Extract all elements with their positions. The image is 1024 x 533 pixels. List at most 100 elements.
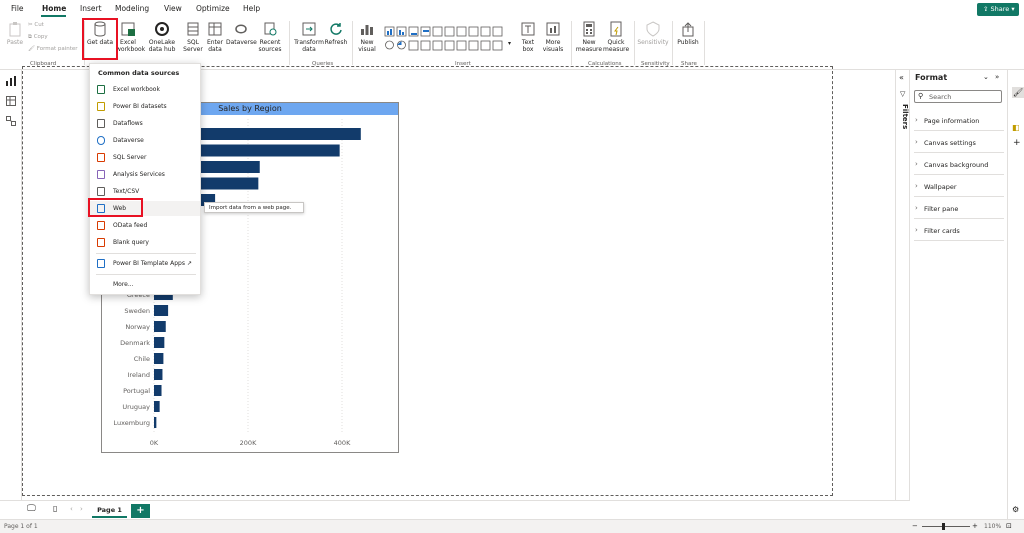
menu-file[interactable]: File [11, 4, 24, 13]
category-label: Sweden [124, 307, 150, 315]
visual-type-icons [384, 26, 503, 51]
new-measure-button[interactable]: New measure [575, 18, 603, 62]
x-tick-label: 200K [240, 439, 257, 447]
bar[interactable] [154, 385, 162, 396]
onelake-label: OneLake data hub [148, 39, 176, 53]
zoom-slider-thumb[interactable] [942, 523, 945, 530]
table-view-icon[interactable] [6, 96, 16, 106]
add-page-button[interactable]: + [131, 504, 150, 518]
more-visuals-button[interactable]: More visuals [540, 18, 566, 62]
more-visuals-icon [546, 22, 560, 36]
bar[interactable] [154, 369, 163, 380]
ribbon-separator [672, 21, 673, 65]
bar[interactable] [154, 401, 160, 412]
section-filter-cards[interactable]: › Filter cards [914, 220, 1004, 241]
tab-page-1[interactable]: Page 1 [92, 503, 127, 518]
collapse-chevron-icon[interactable]: ⌄ [983, 73, 989, 81]
zoom-out-icon[interactable]: − [912, 522, 918, 530]
enter-data-label: Enter data [206, 39, 224, 53]
desktop-layout-icon[interactable]: 🖵 [27, 504, 36, 514]
refresh-button[interactable]: Refresh [324, 18, 348, 62]
scroll-right-icon[interactable]: › [80, 505, 83, 513]
menu-modeling[interactable]: Modeling [115, 4, 149, 13]
enter-data-button[interactable]: Enter data [204, 18, 226, 62]
bar[interactable] [154, 321, 166, 332]
sql-server-button[interactable]: SQL Server [183, 18, 203, 62]
zoom-in-icon[interactable]: + [972, 522, 978, 530]
bar[interactable] [154, 305, 169, 316]
scroll-left-icon[interactable]: ‹ [70, 505, 73, 513]
menu-home[interactable]: Home [42, 4, 66, 13]
add-pane-icon[interactable]: + [1013, 138, 1021, 148]
bar[interactable] [154, 417, 157, 428]
dd-template-apps[interactable]: Power BI Template Apps ↗ [90, 256, 200, 271]
model-view-icon[interactable] [6, 116, 16, 126]
chevron-right-icon: › [915, 116, 918, 124]
recent-sources-button[interactable]: Recent sources [256, 18, 284, 62]
dd-dataverse[interactable]: Dataverse [90, 133, 200, 148]
sensitivity-button[interactable]: Sensitivity [637, 18, 669, 62]
dataverse-button[interactable]: Dataverse [226, 18, 257, 62]
dd-label: Dataflows [113, 120, 143, 127]
refresh-icon [330, 23, 342, 35]
bar[interactable] [154, 353, 164, 364]
quick-measure-button[interactable]: Quick measure [603, 18, 629, 62]
dd-dataflows[interactable]: Dataflows [90, 116, 200, 131]
share-button[interactable]: ⇪ Share ▾ [977, 3, 1019, 16]
status-bar: Page 1 of 1 − + 110% ⊡ [0, 519, 1024, 533]
search-icon: ⚲ [918, 92, 924, 100]
get-data-highlight [82, 18, 118, 60]
category-label: Luxemburg [113, 419, 150, 427]
transform-icon [302, 22, 316, 36]
section-label: Filter pane [924, 205, 959, 213]
copy-button[interactable]: ⧉ Copy [28, 34, 48, 41]
transform-data-button[interactable]: Transform data [294, 18, 324, 62]
dd-odata-feed[interactable]: OData feed [90, 218, 200, 233]
dd-more[interactable]: More... [90, 277, 200, 292]
publish-button[interactable]: Publish [676, 18, 700, 62]
gallery-expand-icon[interactable]: ▾ [508, 40, 511, 47]
paste-button[interactable]: Paste [4, 18, 26, 62]
refresh-label: Refresh [324, 39, 348, 46]
new-visual-button[interactable]: New visual [355, 18, 379, 62]
menu-help[interactable]: Help [243, 4, 260, 13]
dd-blank-query[interactable]: Blank query [90, 235, 200, 250]
section-filter-pane[interactable]: › Filter pane [914, 198, 1004, 219]
expand-right-icon[interactable]: » [995, 73, 999, 81]
section-canvas-settings[interactable]: › Canvas settings [914, 132, 1004, 153]
cut-button[interactable]: ✂ Cut [28, 22, 44, 28]
menu-optimize[interactable]: Optimize [196, 4, 230, 13]
format-visual-icon[interactable]: 🖌 [1012, 87, 1024, 98]
report-view-icon[interactable] [6, 76, 16, 86]
format-painter-button[interactable]: 🖌 Format painter [28, 46, 78, 52]
text-box-button[interactable]: Text box [517, 18, 539, 62]
transform-label: Transform data [294, 39, 324, 53]
format-search-input[interactable]: ⚲ Search [914, 90, 1002, 103]
zoom-slider[interactable] [922, 526, 970, 527]
bookmark-icon[interactable]: ◧ [1012, 123, 1020, 132]
filters-pane-collapsed[interactable]: « ▽ [895, 70, 910, 519]
onelake-button[interactable]: OneLake data hub [142, 18, 182, 62]
menu-insert[interactable]: Insert [80, 4, 102, 13]
dropdown-title: Common data sources [98, 69, 180, 77]
dd-text-csv[interactable]: Text/CSV [90, 184, 200, 199]
dd-power-bi-datasets[interactable]: Power BI datasets [90, 99, 200, 114]
section-page-information[interactable]: › Page information [914, 110, 1004, 131]
zoom-level: 110% [984, 523, 1002, 530]
settings-gear-icon[interactable]: ⚙ [1012, 505, 1019, 514]
excel-label: Excel workbook [116, 39, 146, 53]
dd-excel-workbook[interactable]: Excel workbook [90, 82, 200, 97]
section-canvas-background[interactable]: › Canvas background [914, 154, 1004, 175]
collapse-left-icon[interactable]: « [899, 73, 904, 82]
dd-analysis-services[interactable]: Analysis Services [90, 167, 200, 182]
fit-page-icon[interactable]: ⊡ [1006, 522, 1012, 530]
mobile-layout-icon[interactable]: ▯ [53, 504, 57, 513]
menu-view[interactable]: View [164, 4, 182, 13]
excel-workbook-button[interactable]: Excel workbook [116, 18, 145, 62]
section-wallpaper[interactable]: › Wallpaper [914, 176, 1004, 197]
dd-label: Excel workbook [113, 86, 160, 93]
dd-label: SQL Server [113, 154, 147, 161]
publish-icon [682, 22, 694, 37]
bar[interactable] [154, 337, 165, 348]
dd-sql-server[interactable]: SQL Server [90, 150, 200, 165]
